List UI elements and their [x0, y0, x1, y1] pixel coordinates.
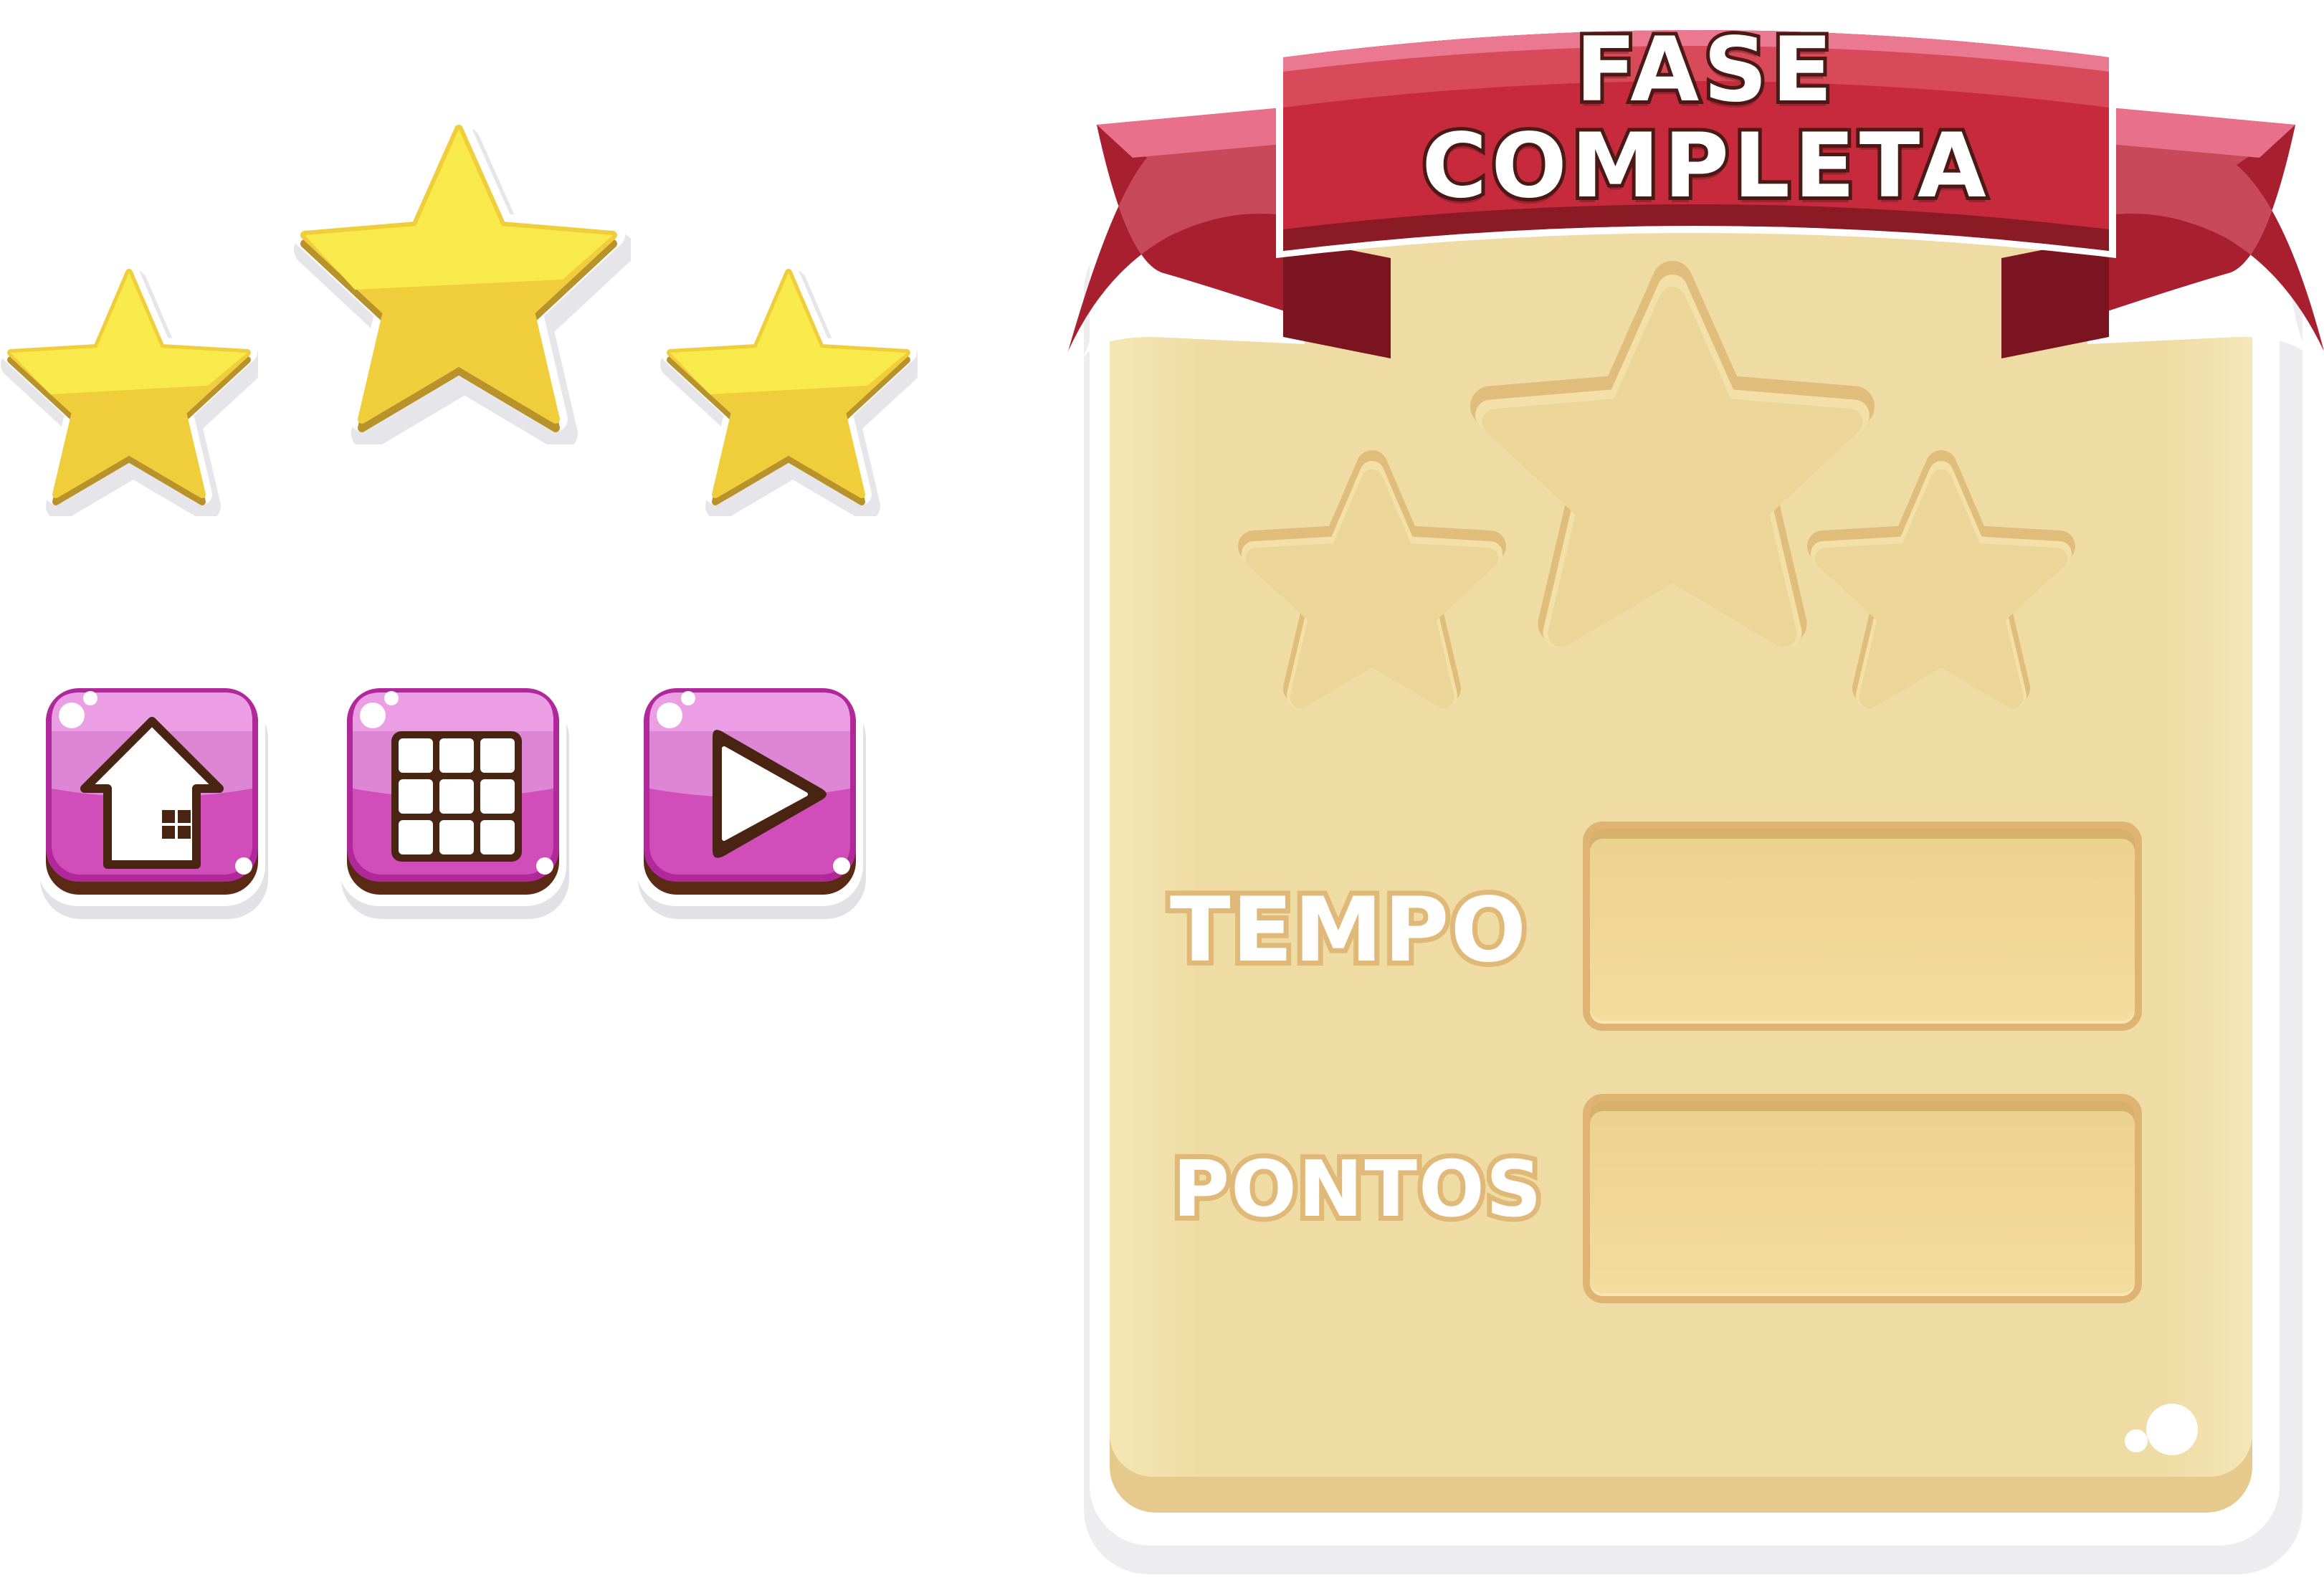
pontos-label: PONTOS — [1168, 1141, 1547, 1239]
star-icon — [1, 262, 258, 516]
pontos-value-box — [1583, 1094, 2142, 1303]
play-button[interactable] — [634, 681, 870, 925]
level-complete-panel — [1068, 22, 2324, 1574]
banner-title-line2: COMPLETA — [1418, 113, 1991, 220]
rating-star-1 — [1, 262, 258, 516]
banner-title-line1: FASE — [1572, 16, 1837, 124]
grid-icon — [391, 731, 522, 862]
home-button[interactable] — [36, 681, 272, 925]
levels-button[interactable] — [337, 681, 573, 925]
tempo-value-box — [1583, 822, 2142, 1031]
star-icon — [292, 117, 631, 444]
star-icon — [660, 262, 918, 516]
rating-star-2 — [292, 117, 631, 444]
tempo-label: TEMPO — [1165, 875, 1531, 986]
rating-star-3 — [660, 262, 918, 516]
